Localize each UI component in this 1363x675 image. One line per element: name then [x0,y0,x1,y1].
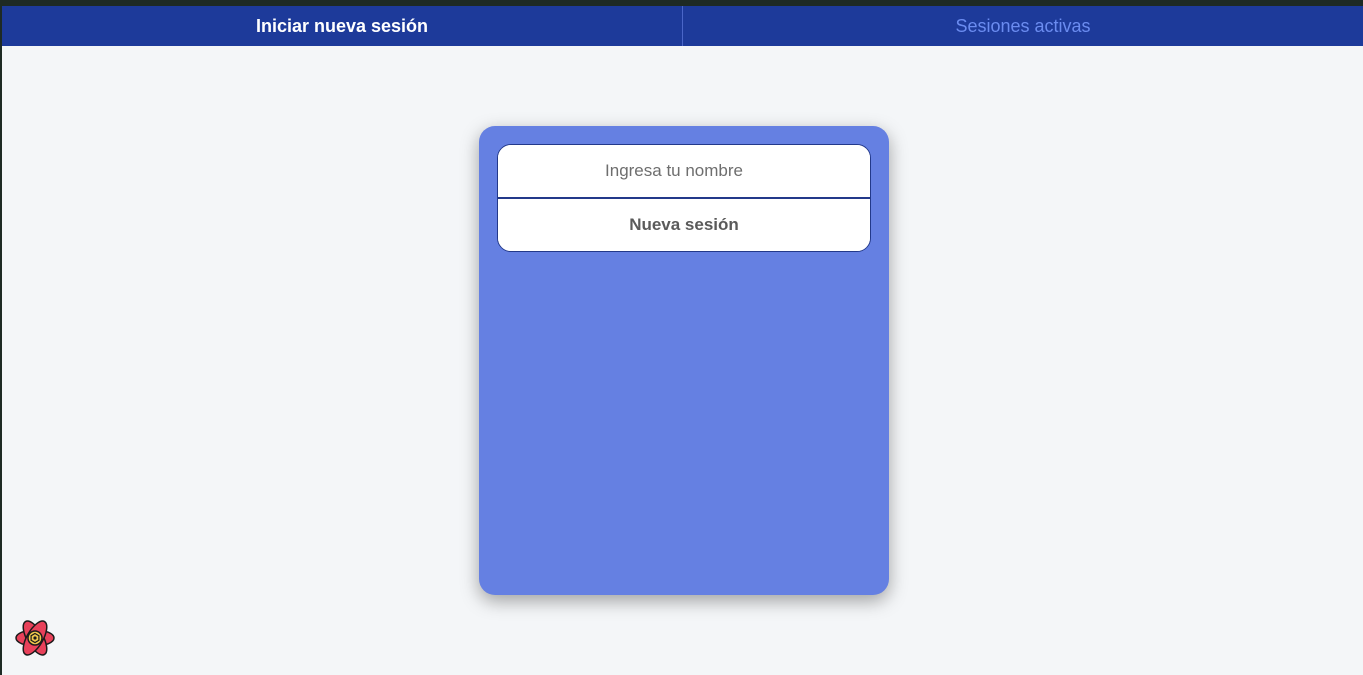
react-query-devtools-icon[interactable] [14,617,56,659]
new-session-form: Nueva sesión [497,144,871,252]
app-frame: Iniciar nueva sesión Sesiones activas Nu… [2,6,1363,675]
top-navigation: Iniciar nueva sesión Sesiones activas [2,6,1363,46]
tab-active-sessions[interactable]: Sesiones activas [683,6,1363,46]
session-card: Nueva sesión [479,126,889,595]
new-session-button[interactable]: Nueva sesión [498,199,870,251]
tab-new-session-label: Iniciar nueva sesión [255,15,429,36]
tab-active-sessions-label: Sesiones activas [955,15,1091,36]
name-input[interactable] [498,145,870,199]
tab-new-session[interactable]: Iniciar nueva sesión [2,6,683,46]
